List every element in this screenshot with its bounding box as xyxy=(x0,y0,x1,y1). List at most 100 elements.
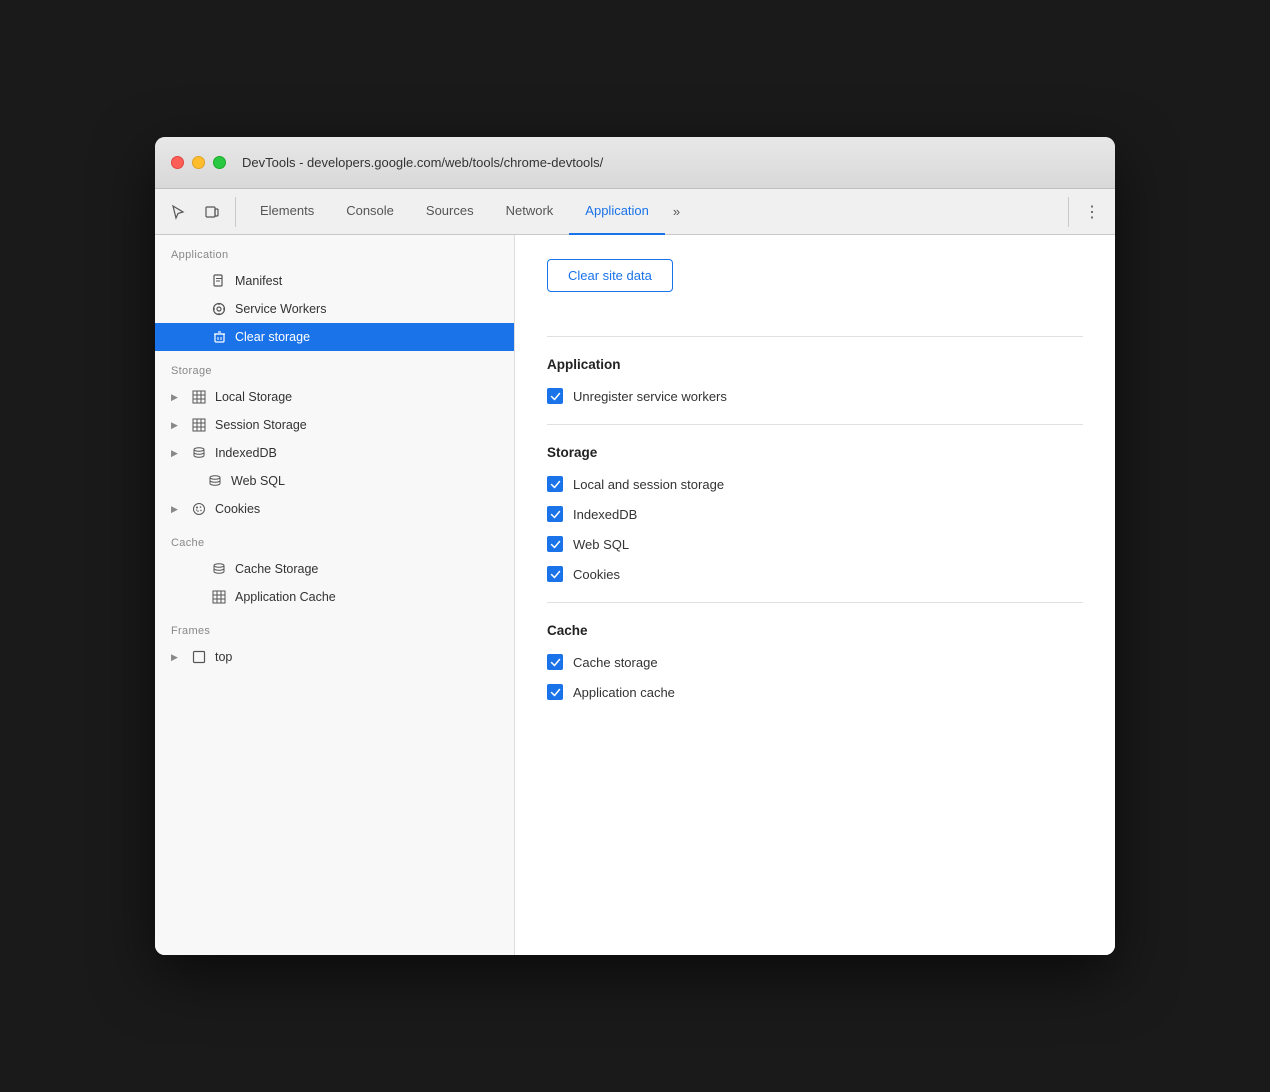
checkbox-cache-storage-input[interactable] xyxy=(547,654,563,670)
local-storage-arrow: ▶ xyxy=(171,392,183,403)
cursor-icon-button[interactable] xyxy=(163,197,193,227)
checkbox-cookies-label: Cookies xyxy=(573,567,620,582)
indexeddb-arrow: ▶ xyxy=(171,448,183,459)
checkbox-indexeddb-input[interactable] xyxy=(547,506,563,522)
main-section-storage: Storage Local and session storage Indexe… xyxy=(547,445,1083,582)
application-heading: Application xyxy=(547,357,1083,372)
session-storage-icon xyxy=(191,417,207,433)
window-title: DevTools - developers.google.com/web/too… xyxy=(242,155,603,170)
sidebar-item-session-storage[interactable]: ▶ Session Storage xyxy=(155,411,514,439)
close-button[interactable] xyxy=(171,156,184,169)
checkbox-local-session-label: Local and session storage xyxy=(573,477,724,492)
sidebar-item-web-sql[interactable]: Web SQL xyxy=(155,467,514,495)
cookies-icon xyxy=(191,501,207,517)
sidebar-item-manifest-label: Manifest xyxy=(235,274,282,288)
menu-button[interactable]: ⋮ xyxy=(1077,197,1107,227)
clear-arrow xyxy=(191,332,203,342)
sidebar-item-top[interactable]: ▶ top xyxy=(155,643,514,671)
local-storage-icon xyxy=(191,389,207,405)
checkbox-cookies-input[interactable] xyxy=(547,566,563,582)
sidebar-item-manifest[interactable]: Manifest xyxy=(155,267,514,295)
sidebar-item-local-storage[interactable]: ▶ Local Storage xyxy=(155,383,514,411)
clear-storage-icon xyxy=(211,329,227,345)
checkbox-indexeddb-label: IndexedDB xyxy=(573,507,637,522)
service-workers-icon xyxy=(211,301,227,317)
main-panel: Clear site data Application Unregister s… xyxy=(515,235,1115,955)
devtools-window: DevTools - developers.google.com/web/too… xyxy=(155,137,1115,955)
tab-application[interactable]: Application xyxy=(569,189,665,235)
devtools-body: Application Manifest xyxy=(155,235,1115,955)
cache-heading: Cache xyxy=(547,623,1083,638)
web-sql-icon xyxy=(207,473,223,489)
device-icon-button[interactable] xyxy=(197,197,227,227)
sidebar-item-sw-label: Service Workers xyxy=(235,302,326,316)
session-storage-arrow: ▶ xyxy=(171,420,183,431)
top-arrow: ▶ xyxy=(171,652,183,663)
app-cache-arrow xyxy=(191,592,203,602)
checkbox-local-session[interactable]: Local and session storage xyxy=(547,476,1083,492)
checkbox-web-sql-label: Web SQL xyxy=(573,537,629,552)
sidebar-item-service-workers[interactable]: Service Workers xyxy=(155,295,514,323)
tab-network[interactable]: Network xyxy=(490,189,570,235)
manifest-icon xyxy=(211,273,227,289)
sidebar-item-web-sql-label: Web SQL xyxy=(231,474,285,488)
sidebar-item-cache-storage[interactable]: Cache Storage xyxy=(155,555,514,583)
cache-storage-arrow xyxy=(191,564,203,574)
checkbox-app-cache-label: Application cache xyxy=(573,685,675,700)
checkbox-cookies[interactable]: Cookies xyxy=(547,566,1083,582)
divider-3 xyxy=(547,602,1083,603)
sidebar-section-cache: Cache xyxy=(155,523,514,555)
sidebar-item-clear-label: Clear storage xyxy=(235,330,310,344)
cache-storage-icon xyxy=(211,561,227,577)
clear-site-data-button[interactable]: Clear site data xyxy=(547,259,673,292)
sidebar-item-cache-storage-label: Cache Storage xyxy=(235,562,318,576)
sidebar-section-application: Application xyxy=(155,235,514,267)
checkbox-local-session-input[interactable] xyxy=(547,476,563,492)
checkbox-indexeddb[interactable]: IndexedDB xyxy=(547,506,1083,522)
indexeddb-icon xyxy=(191,445,207,461)
sidebar: Application Manifest xyxy=(155,235,515,955)
checkbox-app-cache[interactable]: Application cache xyxy=(547,684,1083,700)
tab-more-button[interactable]: » xyxy=(665,189,688,235)
cookies-arrow: ▶ xyxy=(171,504,183,515)
tabs: Elements Console Sources Network Applica… xyxy=(244,189,1068,235)
main-section-application: Application Unregister service workers xyxy=(547,357,1083,404)
maximize-button[interactable] xyxy=(213,156,226,169)
toolbar: Elements Console Sources Network Applica… xyxy=(155,189,1115,235)
sidebar-item-session-storage-label: Session Storage xyxy=(215,418,307,432)
app-cache-icon xyxy=(211,589,227,605)
main-section-cache: Cache Cache storage Application cache xyxy=(547,623,1083,700)
divider-1 xyxy=(547,336,1083,337)
checkbox-unregister-sw-input[interactable] xyxy=(547,388,563,404)
checkbox-app-cache-input[interactable] xyxy=(547,684,563,700)
minimize-button[interactable] xyxy=(192,156,205,169)
checkbox-unregister-sw-label: Unregister service workers xyxy=(573,389,727,404)
storage-heading: Storage xyxy=(547,445,1083,460)
divider-2 xyxy=(547,424,1083,425)
toolbar-icon-group xyxy=(163,197,236,227)
tab-sources[interactable]: Sources xyxy=(410,189,490,235)
sidebar-section-frames: Frames xyxy=(155,611,514,643)
tab-console[interactable]: Console xyxy=(330,189,410,235)
sidebar-item-app-cache-label: Application Cache xyxy=(235,590,336,604)
sw-arrow xyxy=(191,304,203,314)
tab-elements[interactable]: Elements xyxy=(244,189,330,235)
sidebar-item-indexeddb-label: IndexedDB xyxy=(215,446,277,460)
menu-icon: ⋮ xyxy=(1084,202,1100,222)
sidebar-section-storage: Storage xyxy=(155,351,514,383)
sidebar-item-cookies[interactable]: ▶ Cookies xyxy=(155,495,514,523)
sidebar-item-top-label: top xyxy=(215,650,232,664)
sidebar-item-clear-storage[interactable]: Clear storage xyxy=(155,323,514,351)
checkbox-unregister-sw[interactable]: Unregister service workers xyxy=(547,388,1083,404)
checkbox-web-sql-input[interactable] xyxy=(547,536,563,552)
sidebar-item-app-cache[interactable]: Application Cache xyxy=(155,583,514,611)
manifest-arrow xyxy=(191,276,203,286)
traffic-lights xyxy=(171,156,226,169)
sidebar-item-indexeddb[interactable]: ▶ IndexedDB xyxy=(155,439,514,467)
sidebar-item-cookies-label: Cookies xyxy=(215,502,260,516)
titlebar: DevTools - developers.google.com/web/too… xyxy=(155,137,1115,189)
checkbox-web-sql[interactable]: Web SQL xyxy=(547,536,1083,552)
top-frame-icon xyxy=(191,649,207,665)
sidebar-item-local-storage-label: Local Storage xyxy=(215,390,292,404)
checkbox-cache-storage[interactable]: Cache storage xyxy=(547,654,1083,670)
